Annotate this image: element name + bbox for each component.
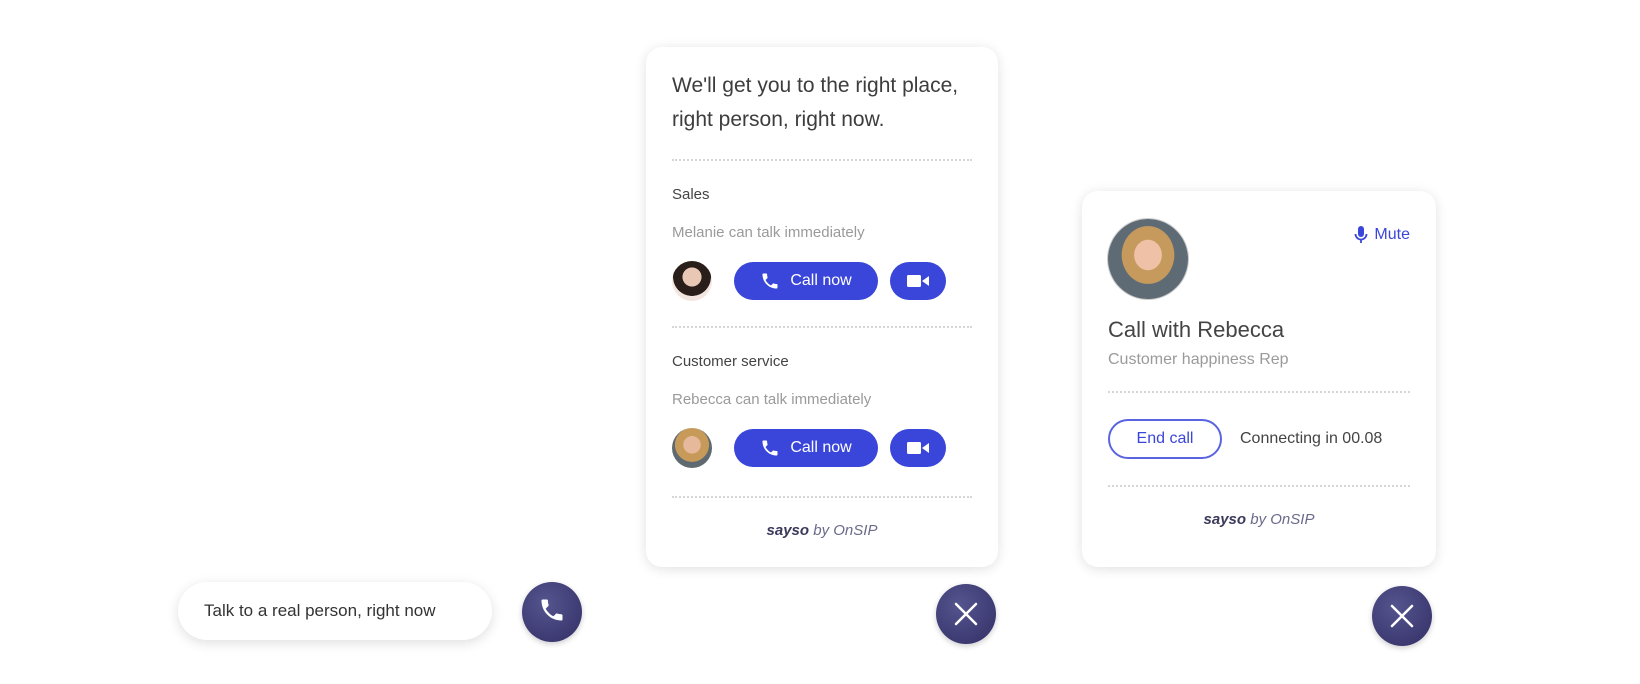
menu-headline: We'll get you to the right place, right … — [672, 74, 959, 131]
call-status: Connecting in 00.08 — [1240, 430, 1383, 447]
department-menu-card: We'll get you to the right place, right … — [646, 47, 998, 567]
active-call-card: Mute Call with Rebecca Customer happines… — [1082, 191, 1436, 567]
agent-availability: Rebecca can talk immediately — [672, 391, 872, 408]
avatar-melanie — [672, 261, 712, 301]
agent-availability: Melanie can talk immediately — [672, 224, 865, 241]
close-icon — [1390, 604, 1414, 628]
video-camera-icon — [907, 275, 929, 287]
section-title: Sales — [672, 186, 710, 203]
close-icon — [954, 602, 978, 626]
video-camera-icon — [907, 442, 929, 454]
avatar-rebecca — [1108, 219, 1188, 299]
department-section-customer-service: Customer service Rebecca can talk immedi… — [672, 353, 972, 468]
brand-footer: sayso by OnSIP — [766, 522, 878, 539]
end-call-button[interactable]: End call — [1108, 419, 1222, 459]
call-subtitle: Customer happiness Rep — [1108, 351, 1289, 368]
call-title: Call with Rebecca — [1108, 317, 1285, 342]
close-menu-button[interactable] — [936, 584, 996, 644]
department-section-sales: Sales Melanie can talk immediately Call … — [672, 186, 972, 301]
launcher-call-button[interactable] — [522, 582, 582, 642]
divider — [1108, 485, 1410, 487]
phone-icon — [762, 440, 778, 456]
divider — [672, 159, 972, 161]
microphone-icon — [1355, 226, 1368, 243]
brand-footer: sayso by OnSIP — [1203, 511, 1315, 528]
phone-icon — [538, 596, 566, 629]
section-title: Customer service — [672, 353, 789, 370]
divider — [672, 326, 972, 328]
phone-icon — [762, 273, 778, 289]
talk-to-person-prompt[interactable]: Talk to a real person, right now — [178, 582, 492, 640]
close-call-button[interactable] — [1372, 586, 1432, 646]
video-call-button-customer-service[interactable] — [890, 429, 946, 467]
call-now-button-customer-service[interactable]: Call now — [734, 429, 878, 467]
mute-button[interactable]: Mute — [1354, 225, 1410, 245]
avatar-rebecca — [672, 428, 712, 468]
call-now-button-sales[interactable]: Call now — [734, 262, 878, 300]
divider — [672, 496, 972, 498]
video-call-button-sales[interactable] — [890, 262, 946, 300]
divider — [1108, 391, 1410, 393]
prompt-label: Talk to a real person, right now — [204, 601, 436, 620]
